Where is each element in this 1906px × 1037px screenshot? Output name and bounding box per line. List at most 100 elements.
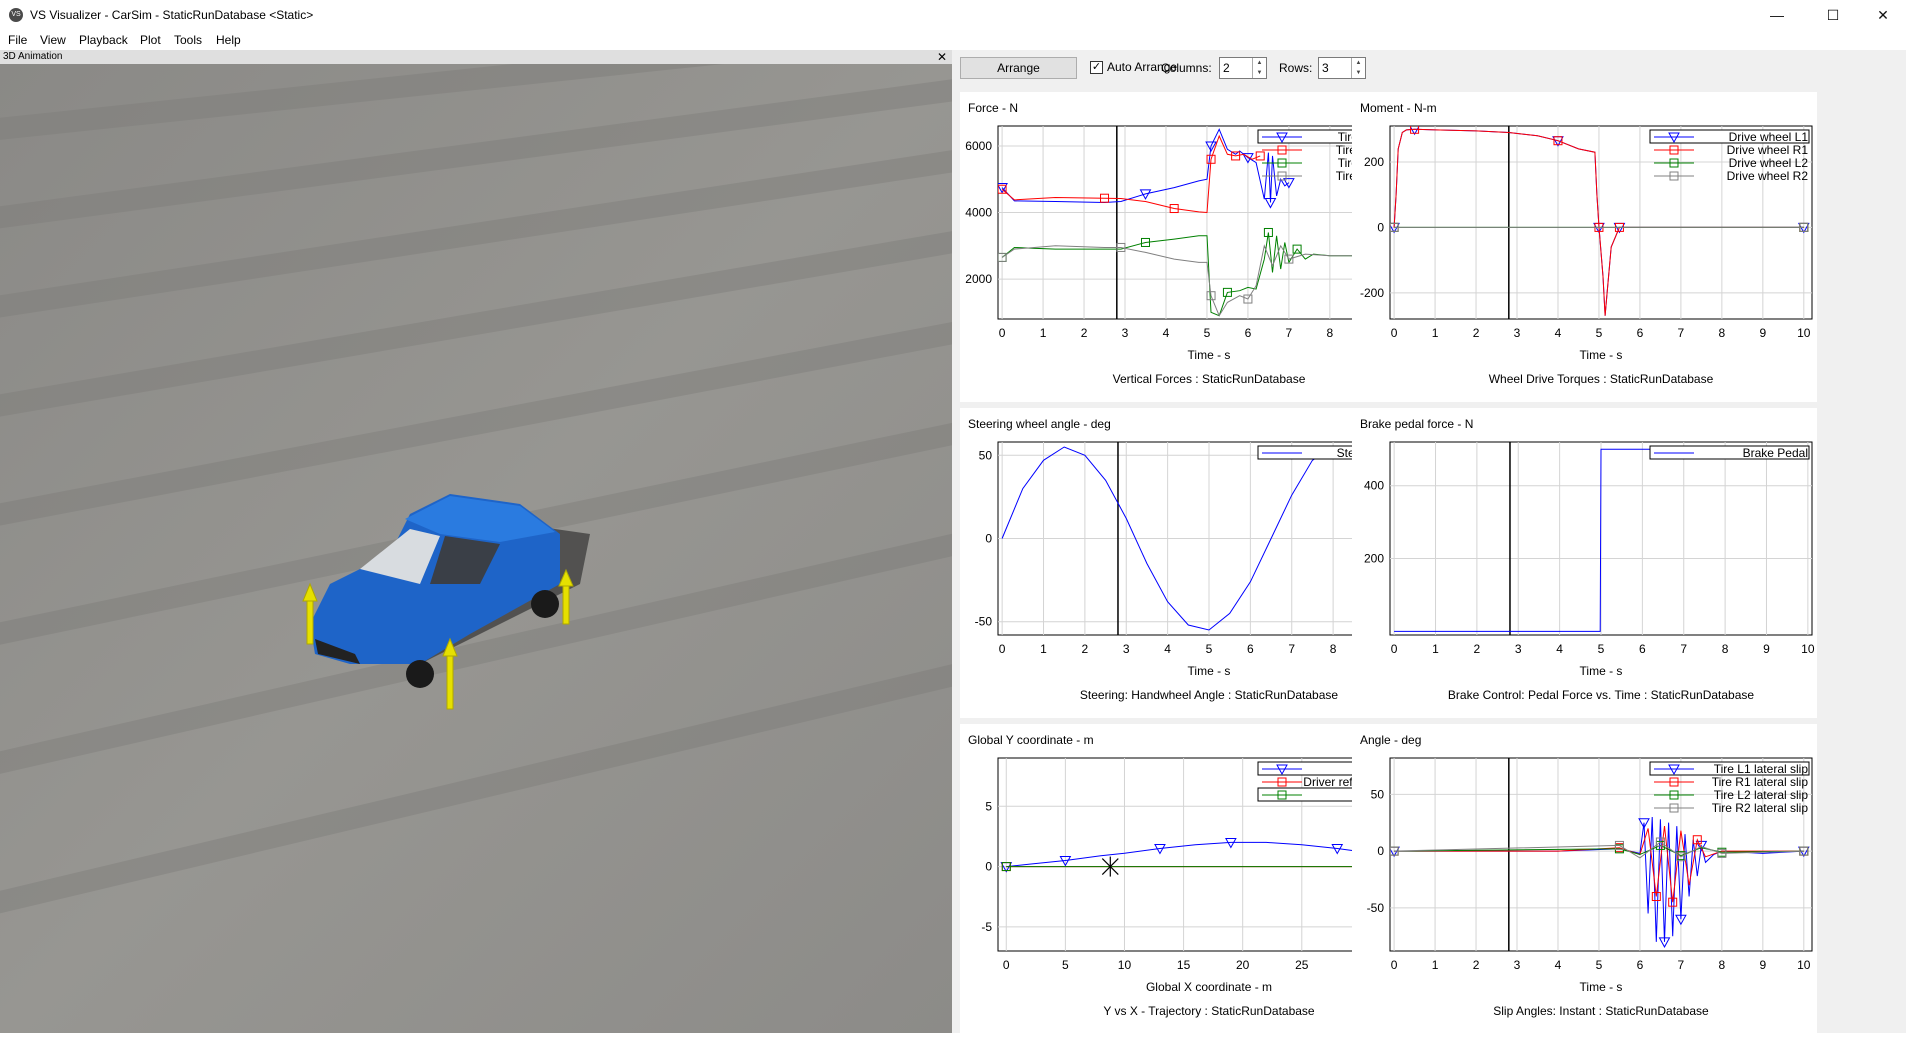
x-tick-label: 3 (1514, 326, 1521, 340)
animation-viewport[interactable] (0, 64, 952, 1033)
x-tick-label: 0 (999, 642, 1006, 656)
x-tick-label: 0 (999, 326, 1006, 340)
x-tick-label: 7 (1678, 326, 1685, 340)
y-axis-label: Force - N (968, 101, 1018, 115)
x-tick-label: 9 (1759, 326, 1766, 340)
columns-spinner-arrows-icon[interactable]: ▲ ▼ (1252, 58, 1266, 78)
x-tick-label: 4 (1164, 642, 1171, 656)
x-tick-label: 4 (1556, 642, 1563, 656)
plot-svg-5[interactable]: Angle - deg 0 1 2 3 4 5 6 7 8 9 10 -50 0 50 Tire L1 lat… (1352, 724, 1817, 1034)
x-tick-label: 8 (1719, 958, 1726, 972)
menu-playback[interactable]: Playback (79, 33, 128, 47)
rear-wheel (531, 590, 559, 618)
legend-label: Drive wheel R2 (1727, 169, 1809, 183)
x-tick-label: 3 (1122, 326, 1129, 340)
front-wheel (406, 660, 434, 688)
rows-label: Rows: (1279, 61, 1313, 75)
x-tick-label: 2 (1082, 642, 1089, 656)
x-tick-label: 6 (1245, 326, 1252, 340)
x-tick-label: 6 (1247, 642, 1254, 656)
x-tick-label: 6 (1637, 958, 1644, 972)
rows-spinner-arrows-icon[interactable]: ▲ ▼ (1351, 58, 1365, 78)
y-tick-label: 0 (985, 532, 992, 546)
x-tick-label: 0 (1391, 642, 1398, 656)
legend-label: Brake Pedal (1743, 446, 1808, 460)
arrange-button[interactable]: Arrange (960, 57, 1077, 79)
animation-title: 3D Animation (3, 51, 63, 62)
x-tick-label: 7 (1288, 642, 1295, 656)
x-tick-label: 7 (1678, 958, 1685, 972)
plot-panel-3[interactable]: Brake pedal force - N 0 1 2 3 4 5 6 7 8 9 10 200 400 B… (1352, 408, 1817, 718)
menu-plot[interactable]: Plot (140, 33, 161, 47)
y-axis-label: Steering wheel angle - deg (968, 417, 1111, 431)
x-axis-label: Global X coordinate - m (1146, 980, 1272, 994)
vs-logo-icon: VS (9, 8, 23, 22)
x-tick-label: 0 (1391, 326, 1398, 340)
x-tick-label: 5 (1204, 326, 1211, 340)
plot-pane: Arrange ✓ Auto Arrange Columns: 2 ▲ ▼ Row… (952, 50, 1906, 1034)
x-tick-label: 1 (1432, 326, 1439, 340)
x-tick-label: 5 (1598, 642, 1605, 656)
plot-panel-1[interactable]: Moment - N-m 0 1 2 3 4 5 6 7 8 9 10 -200 0 200 Drive wh… (1352, 92, 1817, 402)
columns-value[interactable]: 2 (1223, 61, 1230, 75)
x-tick-label: 20 (1236, 958, 1250, 972)
x-tick-label: 7 (1680, 642, 1687, 656)
force-arrow-rr (562, 583, 570, 625)
x-tick-label: 10 (1797, 958, 1811, 972)
x-axis-label: Time - s (1188, 348, 1231, 362)
y-axis-label: Global Y coordinate - m (968, 733, 1094, 747)
animation-close-icon[interactable]: ✕ (937, 50, 947, 64)
x-tick-label: 2 (1081, 326, 1088, 340)
x-axis-label: Time - s (1580, 980, 1623, 994)
plot-svg-1[interactable]: Moment - N-m 0 1 2 3 4 5 6 7 8 9 10 -200 0 200 Drive wh… (1352, 92, 1817, 402)
menu-tools[interactable]: Tools (174, 33, 202, 47)
rows-value[interactable]: 3 (1322, 61, 1329, 75)
y-tick-label: 200 (1364, 552, 1384, 566)
menu-help[interactable]: Help (216, 33, 241, 47)
menu-view[interactable]: View (40, 33, 66, 47)
y-tick-label: 50 (1371, 787, 1385, 801)
x-tick-label: 0 (1003, 958, 1010, 972)
y-tick-label: -200 (1360, 286, 1384, 300)
rows-spinner[interactable]: 3 ▲ ▼ (1318, 57, 1366, 79)
chart-title: Steering: Handwheel Angle : StaticRunDat… (1080, 688, 1338, 702)
x-tick-label: 5 (1596, 326, 1603, 340)
y-tick-label: 400 (1364, 479, 1384, 493)
y-axis-label: Brake pedal force - N (1360, 417, 1473, 431)
x-tick-label: 4 (1555, 326, 1562, 340)
y-tick-label: 200 (1364, 155, 1384, 169)
x-tick-label: 3 (1515, 642, 1522, 656)
force-arrow-fr (446, 653, 454, 710)
x-tick-label: 6 (1637, 326, 1644, 340)
auto-arrange-checkbox[interactable]: ✓ (1090, 60, 1103, 74)
y-tick-label: 0 (985, 860, 992, 874)
x-tick-label: 1 (1040, 326, 1047, 340)
x-tick-label: 1 (1040, 642, 1047, 656)
plot-toolbar: Arrange ✓ Auto Arrange Columns: 2 ▲ ▼ Row… (952, 50, 1906, 86)
x-tick-label: 0 (1391, 958, 1398, 972)
legend-label: Drive wheel L1 (1729, 130, 1809, 144)
legend-label: Drive wheel L2 (1729, 156, 1809, 170)
animation-pane[interactable]: 3D Animation ✕ (0, 50, 952, 1033)
animation-header: 3D Animation ✕ (0, 50, 952, 64)
y-tick-label: -50 (975, 615, 993, 629)
force-arrow-fl (306, 598, 314, 645)
x-tick-label: 5 (1206, 642, 1213, 656)
plot-svg-3[interactable]: Brake pedal force - N 0 1 2 3 4 5 6 7 8 9 10 200 400 B… (1352, 408, 1817, 718)
menu-bar: File View Playback Plot Tools Help (0, 30, 1906, 50)
close-button[interactable]: ✕ (1860, 0, 1906, 30)
y-tick-label: 6000 (965, 139, 992, 153)
legend-label: Tire L2 lateral slip (1714, 788, 1809, 802)
y-tick-label: 4000 (965, 206, 992, 220)
x-tick-label: 4 (1163, 326, 1170, 340)
menu-file[interactable]: File (8, 33, 27, 47)
y-tick-label: 0 (1377, 220, 1384, 234)
y-tick-label: -50 (1367, 901, 1385, 915)
maximize-button[interactable]: ☐ (1810, 0, 1856, 30)
columns-spinner[interactable]: 2 ▲ ▼ (1219, 57, 1267, 79)
x-tick-label: 2 (1473, 958, 1480, 972)
x-tick-label: 2 (1473, 326, 1480, 340)
plot-panel-5[interactable]: Angle - deg 0 1 2 3 4 5 6 7 8 9 10 -50 0 50 Tire L1 lat… (1352, 724, 1817, 1034)
y-tick-label: -5 (981, 920, 992, 934)
minimize-button[interactable]: — (1754, 0, 1800, 30)
